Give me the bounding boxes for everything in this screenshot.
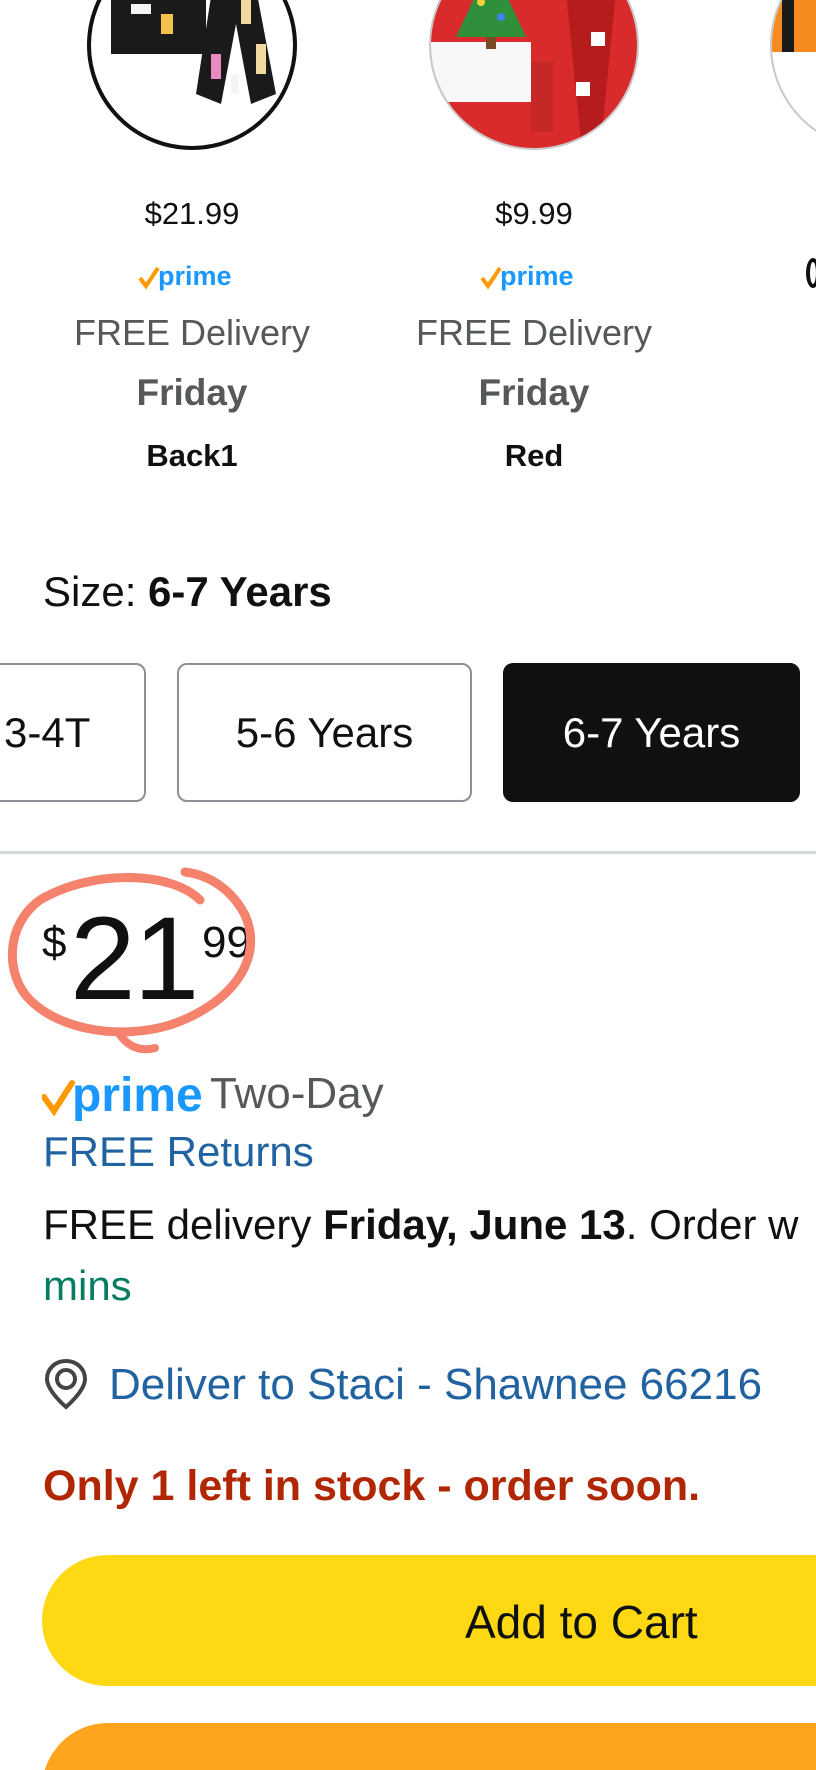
size-option-label: 5-6 Years	[235, 708, 414, 756]
variant-delivery: FREE Delivery	[415, 312, 653, 353]
variant-delivery-day: Friday	[478, 372, 590, 413]
hand-drawn-circle-annotation	[7, 867, 256, 1054]
size-option-6-7-years[interactable]: 6-7 Years	[503, 663, 800, 802]
variant-thumbnail[interactable]	[429, 0, 639, 150]
variant-name: Back1	[146, 438, 238, 473]
delivery-date: Friday, June 13	[323, 1201, 626, 1248]
delivery-prefix: FREE delivery	[43, 1201, 324, 1248]
prime-badge-icon: prime	[404, 260, 664, 292]
product-page: $21.99 prime FREE Delivery Friday Back1	[0, 0, 816, 1770]
skeleton-pajama-image	[111, 0, 276, 104]
variant-partial-text	[806, 258, 816, 288]
svg-text:prime: prime	[72, 1069, 203, 1122]
size-option-label: 6-7 Years	[562, 708, 741, 756]
variant-red[interactable]: $9.99 prime FREE Delivery Friday Red	[404, 0, 664, 480]
buy-now-button[interactable]	[42, 1723, 816, 1770]
delivery-estimate: FREE delivery Friday, June 13. Order w	[43, 1201, 798, 1249]
shipping-speed: Two-Day	[210, 1069, 384, 1118]
location-pin-icon	[44, 1358, 88, 1410]
size-option-5-6-years[interactable]: 5-6 Years	[177, 663, 472, 802]
variant-delivery-day: Friday	[136, 372, 248, 413]
delivery-suffix: . Order w	[625, 1201, 799, 1248]
prime-badge-icon: prime	[62, 260, 322, 292]
svg-text:prime: prime	[158, 261, 232, 291]
order-countdown: mins	[43, 1262, 132, 1309]
add-to-cart-label: Add to Cart	[465, 1596, 698, 1648]
size-option-3-4t[interactable]: 3-4T	[0, 663, 146, 802]
variant-price: $21.99	[144, 196, 240, 231]
section-divider	[0, 851, 816, 854]
variant-thumbnail[interactable]	[87, 0, 297, 150]
stock-status: Only 1 left in stock - order soon.	[43, 1462, 701, 1510]
svg-text:prime: prime	[500, 261, 574, 291]
prime-shipping-row: prime Two-Day	[41, 1067, 384, 1125]
size-selected-value: 6-7 Years	[148, 568, 332, 615]
variant-name: Red	[504, 438, 564, 473]
add-to-cart-button[interactable]: Add to Cart	[42, 1555, 816, 1686]
variant-back1[interactable]: $21.99 prime FREE Delivery Friday Back1	[62, 0, 322, 480]
variant-partial[interactable]	[770, 0, 816, 150]
size-label: Size: 6-7 Years	[43, 568, 332, 615]
free-returns-link[interactable]: FREE Returns	[43, 1128, 314, 1176]
variant-price: $9.99	[495, 196, 573, 231]
size-option-label: 3-4T	[4, 708, 91, 756]
prime-logo-icon: prime	[41, 1069, 203, 1122]
deliver-to-text[interactable]: Deliver to Staci - Shawnee 66216	[109, 1360, 762, 1410]
orange-pajama-image	[772, 0, 816, 52]
christmas-pajama-image	[431, 0, 637, 148]
variant-delivery: FREE Delivery	[73, 312, 311, 353]
